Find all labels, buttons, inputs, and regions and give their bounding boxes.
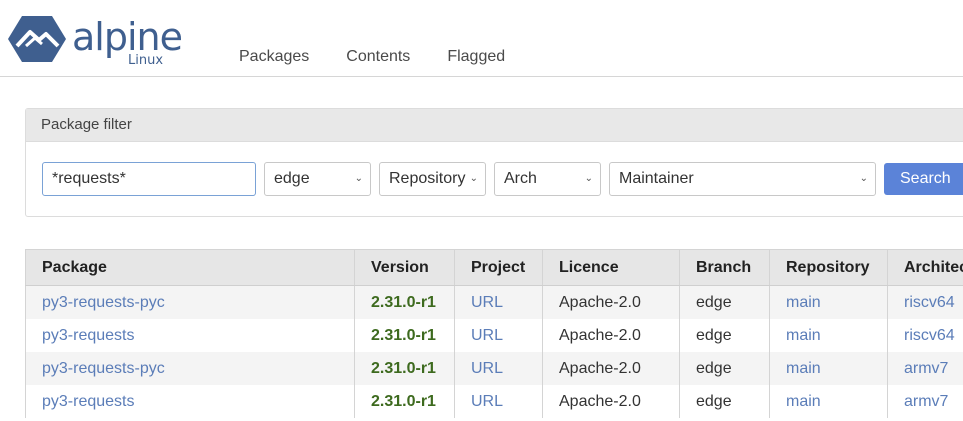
branch-value: edge [696,326,732,344]
table-header-row: Package Version Project Licence Branch R… [25,249,963,286]
package-link[interactable]: py3-requests [42,327,135,344]
arch-select[interactable]: Arch ⌄ [494,162,601,196]
branch-select[interactable]: edge ⌄ [264,162,371,196]
maintainer-select[interactable]: Maintainer ⌄ [609,162,876,196]
package-link[interactable]: py3-requests-pyc [42,360,165,377]
branch-value: edge [696,359,732,377]
package-name-input[interactable] [42,162,256,196]
maintainer-select-value: Maintainer [619,170,694,187]
architecture-link[interactable]: riscv64 [904,327,955,344]
project-url-link[interactable]: URL [471,360,503,377]
column-header-repository[interactable]: Repository [769,249,888,286]
nav-flagged[interactable]: Flagged [447,48,505,66]
column-header-package[interactable]: Package [25,249,355,286]
column-header-architecture[interactable]: Architecture [887,249,963,286]
site-header: alpine Linux Packages Contents Flagged [0,0,963,77]
architecture-link[interactable]: armv7 [904,360,948,377]
version-value: 2.31.0-r1 [371,359,436,377]
version-value: 2.31.0-r1 [371,293,436,311]
column-header-version[interactable]: Version [354,249,455,286]
repository-select[interactable]: Repository ⌄ [379,162,486,196]
chevron-down-icon: ⌄ [584,173,593,184]
repository-link[interactable]: main [786,360,821,377]
table-row: py3-requests-pyc 2.31.0-r1 URL Apache-2.… [25,352,963,385]
chevron-down-icon: ⌄ [859,173,868,184]
package-link[interactable]: py3-requests-pyc [42,294,165,311]
repository-link[interactable]: main [786,327,821,344]
branch-value: edge [696,392,732,410]
architecture-link[interactable]: armv7 [904,393,948,410]
column-header-project[interactable]: Project [454,249,543,286]
version-value: 2.31.0-r1 [371,392,436,410]
table-row: py3-requests 2.31.0-r1 URL Apache-2.0 ed… [25,385,963,418]
package-link[interactable]: py3-requests [42,393,135,410]
licence-value: Apache-2.0 [559,326,641,344]
licence-value: Apache-2.0 [559,359,641,377]
project-url-link[interactable]: URL [471,294,503,311]
svg-text:Linux: Linux [128,53,163,66]
alpine-linux-logo[interactable]: alpine Linux [8,10,218,66]
main-nav: Packages Contents Flagged [239,48,542,66]
package-filter-title: Package filter [26,109,963,142]
search-button[interactable]: Search [884,163,963,195]
table-row: py3-requests 2.31.0-r1 URL Apache-2.0 ed… [25,319,963,352]
branch-value: edge [696,293,732,311]
svg-text:alpine: alpine [72,15,182,59]
arch-select-value: Arch [504,170,537,187]
table-row: py3-requests-pyc 2.31.0-r1 URL Apache-2.… [25,285,963,319]
package-filter-panel: Package filter edge ⌄ Repository ⌄ Arch … [25,108,963,217]
column-header-licence[interactable]: Licence [542,249,680,286]
chevron-down-icon: ⌄ [354,173,363,184]
licence-value: Apache-2.0 [559,392,641,410]
licence-value: Apache-2.0 [559,293,641,311]
branch-select-value: edge [274,170,310,187]
chevron-down-icon: ⌄ [469,173,478,184]
project-url-link[interactable]: URL [471,393,503,410]
nav-packages[interactable]: Packages [239,48,309,66]
repository-select-value: Repository [389,170,466,187]
project-url-link[interactable]: URL [471,327,503,344]
repository-link[interactable]: main [786,393,821,410]
nav-contents[interactable]: Contents [346,48,410,66]
packages-table: Package Version Project Licence Branch R… [25,249,963,418]
architecture-link[interactable]: riscv64 [904,294,955,311]
repository-link[interactable]: main [786,294,821,311]
column-header-branch[interactable]: Branch [679,249,770,286]
version-value: 2.31.0-r1 [371,326,436,344]
